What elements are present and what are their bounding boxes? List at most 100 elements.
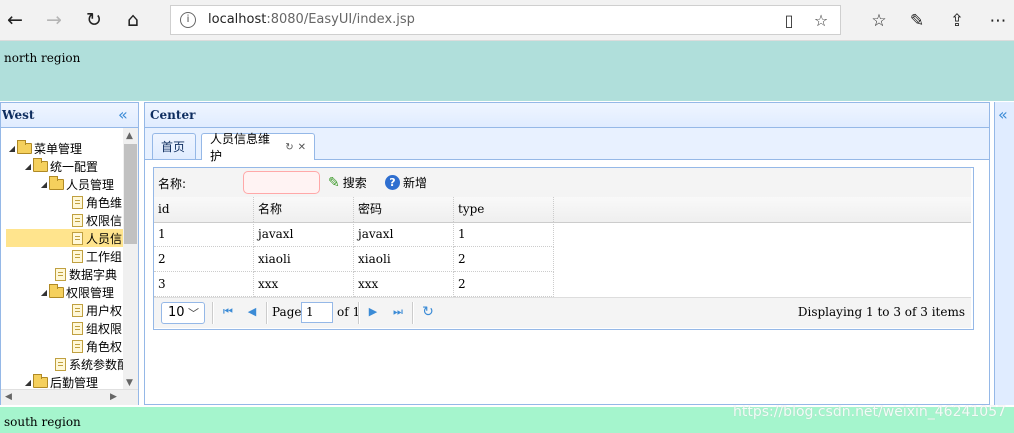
expand-left-icon[interactable]: « — [998, 107, 1008, 123]
back-icon[interactable]: ← — [1, 6, 29, 34]
address-bar[interactable]: i localhost:8080/EasyUI/index.jsp ▯ ☆ — [170, 5, 841, 35]
search-button[interactable]: ✎ 搜索 — [328, 173, 367, 192]
prev-page-icon[interactable]: ◀ — [244, 304, 260, 320]
cell-name: xiaoli — [254, 247, 354, 272]
last-page-icon[interactable]: ⏭ — [390, 304, 406, 320]
reload-icon[interactable]: ↻ — [420, 304, 436, 320]
expand-arrow-icon[interactable]: ◢ — [23, 162, 33, 171]
first-page-icon[interactable]: ⏮ — [220, 304, 236, 320]
file-icon — [72, 303, 83, 317]
tab-refresh-icon[interactable]: ↻ — [285, 142, 293, 153]
refresh-icon[interactable]: ↻ — [80, 6, 108, 34]
column-header-name[interactable]: 名称 — [254, 197, 354, 222]
cell-id: 2 — [154, 247, 254, 272]
collapse-left-icon[interactable]: « — [118, 107, 128, 123]
tab-close-icon[interactable]: ✕ — [298, 142, 306, 153]
tree-node[interactable]: ◢ 菜单管理 — [7, 139, 82, 157]
table-row[interactable]: 3 xxx xxx 2 — [154, 272, 971, 297]
folder-icon — [17, 139, 32, 154]
file-icon — [72, 339, 83, 353]
tree-node[interactable]: ◢ 人员管理 — [39, 175, 114, 193]
center-panel-title: Center — [150, 108, 196, 122]
folder-icon — [33, 157, 48, 172]
cell-id: 1 — [154, 222, 254, 247]
forward-icon[interactable]: → — [40, 6, 68, 34]
tree-leaf[interactable]: 工作组 — [72, 247, 122, 265]
browser-toolbar: ← → ↻ ⌂ i localhost:8080/EasyUI/index.js… — [0, 0, 1014, 41]
center-panel-header: Center — [145, 103, 989, 128]
name-label: 名称: — [158, 177, 187, 191]
east-panel-collapsed[interactable]: « — [994, 102, 1014, 405]
cell-type: 2 — [454, 247, 554, 272]
center-panel: Center 首页 人员信息维护 ↻ ✕ 名称: ✎ 搜索 ? 新增 id 名称 密… — [144, 102, 990, 405]
home-icon[interactable]: ⌂ — [119, 6, 147, 34]
datagrid-pager: 10 ﹀ ⏮ ◀ Page 1 of 1 ▶ ⏭ ↻ Displaying 1 … — [154, 297, 971, 328]
cell-password: xiaoli — [354, 247, 454, 272]
cell-password: javaxl — [354, 222, 454, 247]
tree-leaf[interactable]: 数据字典 — [55, 265, 117, 283]
folder-icon — [33, 373, 48, 388]
tree-node[interactable]: ◢ 后勤管理 — [23, 373, 98, 390]
west-panel-title: West — [2, 108, 35, 122]
scroll-down-icon[interactable]: ▼ — [126, 378, 133, 388]
name-search-input[interactable] — [243, 171, 320, 194]
west-panel-header: West « — [1, 103, 138, 128]
expand-arrow-icon[interactable]: ◢ — [39, 288, 49, 297]
scroll-up-icon[interactable]: ▲ — [126, 131, 133, 141]
help-icon: ? — [385, 175, 400, 190]
cell-id: 3 — [154, 272, 254, 297]
column-header-password[interactable]: 密码 — [354, 197, 454, 222]
north-region-text: north region — [4, 51, 81, 65]
pencil-icon: ✎ — [328, 174, 340, 191]
datagrid-header: id 名称 密码 type — [154, 197, 971, 223]
expand-arrow-icon[interactable]: ◢ — [7, 144, 17, 153]
favorites-list-icon[interactable]: ☆ — [866, 8, 892, 34]
url-text[interactable]: localhost:8080/EasyUI/index.jsp — [208, 12, 415, 27]
tree-leaf-selected[interactable]: 人员信 — [6, 229, 123, 247]
file-icon — [72, 321, 83, 335]
scroll-left-icon[interactable]: ◀ — [5, 392, 12, 402]
pager-separator — [212, 302, 214, 324]
vertical-scrollbar[interactable]: ▲ ▼ — [123, 128, 138, 390]
tree-leaf[interactable]: 系统参数配 — [55, 355, 123, 373]
notes-pen-icon[interactable]: ✎ — [904, 8, 930, 34]
chevron-down-icon: ﹀ — [188, 307, 199, 320]
info-icon[interactable]: i — [180, 12, 196, 28]
tab-personnel-info[interactable]: 人员信息维护 ↻ ✕ — [201, 132, 315, 163]
tree-leaf[interactable]: 角色权 — [72, 337, 122, 355]
page-size-select[interactable]: 10 ﹀ — [161, 302, 205, 324]
page-number-input[interactable]: 1 — [301, 302, 333, 323]
tree-node[interactable]: ◢ 权限管理 — [39, 283, 114, 301]
datagrid: 名称: ✎ 搜索 ? 新增 id 名称 密码 type 1 javaxl javax… — [153, 167, 974, 330]
tree-leaf[interactable]: 权限信 — [72, 211, 122, 229]
scrollbar-thumb[interactable] — [124, 144, 137, 244]
expand-arrow-icon[interactable]: ◢ — [39, 180, 49, 189]
column-header-id[interactable]: id — [154, 197, 254, 222]
table-row[interactable]: 1 javaxl javaxl 1 — [154, 222, 971, 247]
add-button[interactable]: ? 新增 — [385, 173, 427, 192]
file-icon — [72, 213, 83, 227]
tree-node[interactable]: ◢ 统一配置 — [23, 157, 98, 175]
favorite-star-icon[interactable]: ☆ — [810, 9, 832, 31]
reading-view-icon[interactable]: ▯ — [778, 9, 800, 31]
cell-type: 2 — [454, 272, 554, 297]
file-icon — [55, 357, 66, 371]
pager-info: Displaying 1 to 3 of 3 items — [797, 305, 965, 319]
share-icon[interactable]: ⇪ — [944, 8, 970, 34]
file-icon — [72, 195, 83, 209]
more-icon[interactable]: ⋯ — [985, 8, 1011, 34]
table-row[interactable]: 2 xiaoli xiaoli 2 — [154, 247, 971, 272]
cell-password: xxx — [354, 272, 454, 297]
column-header-type[interactable]: type — [454, 197, 554, 222]
expand-arrow-icon[interactable]: ◢ — [23, 378, 33, 387]
next-page-icon[interactable]: ▶ — [365, 304, 381, 320]
tab-home[interactable]: 首页 — [152, 133, 196, 159]
scroll-right-icon[interactable]: ▶ — [110, 392, 117, 402]
tree-leaf[interactable]: 角色维 — [72, 193, 122, 211]
tree-leaf[interactable]: 用户权 — [72, 301, 122, 319]
west-panel: West « ◢ 菜单管理 ◢ 统一配置 ◢ 人员管理 角色维 权限信 人员信 工作组… — [0, 102, 139, 405]
folder-icon — [49, 175, 64, 190]
horizontal-scrollbar[interactable]: ◀ ▶ — [1, 389, 138, 405]
tree-leaf[interactable]: 组权限 — [72, 319, 122, 337]
pager-separator — [266, 302, 268, 324]
